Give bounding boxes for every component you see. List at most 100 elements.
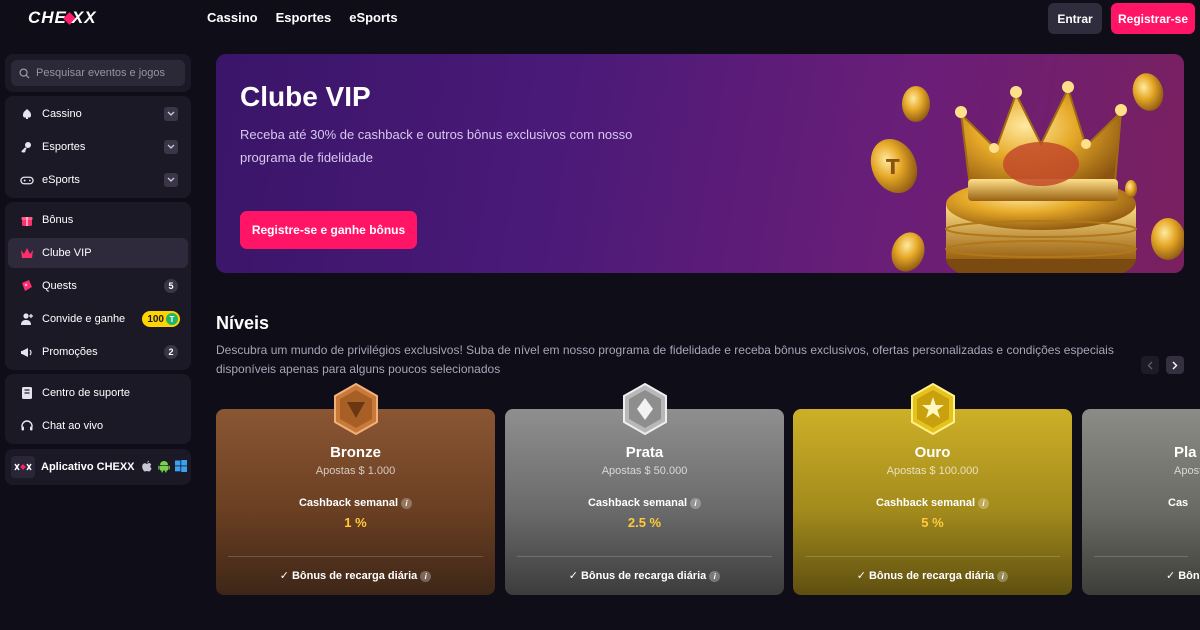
hero-description: Receba até 30% de cashback e outros bônu…	[240, 127, 633, 165]
sidebar-item-label: eSports	[42, 174, 80, 186]
card-divider	[1094, 556, 1188, 557]
check-icon: ✓	[568, 570, 578, 582]
info-icon[interactable]: i	[997, 570, 1009, 582]
info-icon[interactable]: i	[978, 497, 990, 509]
check-icon: ✓	[856, 570, 866, 582]
cashback-label: Cas	[1168, 497, 1189, 509]
search-placeholder: Pesquisar eventos e jogos	[36, 67, 166, 79]
level-bets-requirement: Apostas $ 50.000	[601, 465, 688, 477]
sidebar-item-centro-de-suporte[interactable]: Centro de suporte	[8, 378, 188, 408]
bonus-feature: ✓ Bônus de recarga diária i	[505, 569, 784, 582]
cashback-label-text: Cashback semanal	[298, 497, 399, 509]
level-card-prata[interactable]: Prata Apostas $ 50.000 Cashback semanal i…	[505, 383, 784, 595]
level-name: Bronze	[330, 444, 381, 461]
cashback-value: 2.5 %	[627, 515, 662, 530]
top-bar: CHE XX Cassino Esportes eSports Entrar R…	[0, 0, 1200, 40]
cashback-label-text: Cashback semanal	[587, 497, 688, 509]
windows-icon[interactable]	[175, 460, 187, 472]
silver-badge-icon	[623, 383, 667, 435]
search-input[interactable]: Pesquisar eventos e jogos	[11, 60, 185, 86]
cards-icon	[20, 107, 34, 121]
carousel-prev-button[interactable]	[1141, 356, 1159, 374]
vip-hero-banner: Clube VIP Receba até 30% de cashback e o…	[216, 54, 1184, 273]
level-card-ouro[interactable]: Ouro Apostas $ 100.000 Cashback semanal i…	[793, 383, 1072, 595]
tether-coin-icon: T	[166, 313, 178, 325]
sidebar-item-label: Clube VIP	[42, 247, 92, 259]
levels-title: Níveis	[216, 313, 270, 333]
level-card-next-partial[interactable]: Pla Aposta Cas ✓Bôn	[1082, 409, 1200, 595]
sidebar-item-label: Cassino	[42, 108, 82, 120]
info-icon[interactable]: i	[420, 570, 432, 582]
bonus-feature: ✓ Bônus de recarga diária i	[793, 569, 1072, 582]
chevron-down-icon[interactable]	[164, 107, 178, 121]
level-name: Pla	[1174, 444, 1197, 461]
headset-icon	[20, 419, 34, 433]
register-bonus-button[interactable]: Registre-se e ganhe bônus	[240, 211, 417, 249]
info-icon[interactable]: i	[401, 497, 413, 509]
nav-cassino[interactable]: Cassino	[207, 10, 258, 25]
top-nav: Cassino Esportes eSports	[207, 10, 398, 25]
sidebar-item-quests[interactable]: Quests 5	[8, 271, 188, 301]
chexx-logo[interactable]: CHE XX	[28, 8, 97, 28]
crown-icon	[20, 246, 34, 260]
golden-crown-illustration: T	[870, 73, 1184, 273]
search-icon	[19, 67, 30, 79]
sidebar-item-promocoes[interactable]: Promoções 2	[8, 337, 188, 367]
sidebar-item-label: Bônus	[42, 214, 74, 226]
logo-text: CHE	[28, 8, 67, 27]
sidebar-app-block[interactable]: Aplicativo CHEXX	[5, 449, 191, 485]
bronze-badge-icon	[334, 383, 378, 435]
sidebar-item-cassino[interactable]: Cassino	[8, 99, 188, 129]
login-button[interactable]: Entrar	[1048, 3, 1102, 34]
quests-count-badge: 5	[164, 279, 178, 293]
gamepad-icon	[20, 173, 34, 187]
level-bets-requirement: Apostas $ 1.000	[315, 465, 396, 477]
sidebar-item-bonus[interactable]: Bônus	[8, 205, 188, 235]
gold-badge-icon	[911, 383, 955, 435]
apple-icon[interactable]	[141, 460, 153, 473]
level-card-bronze[interactable]: Bronze Apostas $ 1.000 Cashback semanal i…	[216, 383, 495, 595]
sidebar-item-chat-ao-vivo[interactable]: Chat ao vivo	[8, 411, 188, 441]
nav-esportes[interactable]: Esportes	[276, 10, 332, 25]
cashback-value: 1 %	[344, 515, 367, 530]
chevron-down-icon[interactable]	[164, 173, 178, 187]
nav-esports[interactable]: eSports	[349, 10, 397, 25]
carousel-next-button[interactable]	[1166, 356, 1184, 374]
check-icon: ✓	[1166, 570, 1176, 582]
promotions-count-badge: 2	[164, 345, 178, 359]
sidebar-item-convide-e-ganhe[interactable]: Convide e ganhe 100 T	[8, 304, 188, 334]
bonus-feature: ✓ Bônus de recarga diária i	[216, 569, 495, 582]
hero-title: Clube VIP	[240, 81, 371, 112]
app-platform-icons	[141, 460, 187, 473]
chexx-app-logo-icon	[11, 456, 35, 478]
bonus-feature: ✓ Bôn	[1166, 569, 1200, 582]
user-plus-icon	[20, 312, 34, 326]
register-button[interactable]: Registrar-se	[1111, 3, 1195, 34]
info-icon[interactable]: i	[709, 570, 721, 582]
sidebar-item-label: Quests	[42, 280, 77, 292]
sidebar-item-esportes[interactable]: Esportes	[8, 132, 188, 162]
card-divider	[805, 556, 1060, 557]
levels-description: Descubra um mundo de privilégios exclusi…	[216, 343, 1114, 376]
app-download-row[interactable]: Aplicativo CHEXX	[11, 456, 135, 478]
chevron-down-icon[interactable]	[164, 140, 178, 154]
sidebar-help-block: Centro de suporte Chat ao vivo	[5, 374, 191, 444]
ball-icon	[20, 140, 34, 154]
chevron-right-icon	[1172, 361, 1178, 369]
check-icon: ✓	[279, 570, 289, 582]
svg-text:T: T	[886, 155, 900, 179]
sidebar-search-block: Pesquisar eventos e jogos	[5, 54, 191, 92]
megaphone-icon	[20, 345, 34, 359]
sidebar-item-esports[interactable]: eSports	[8, 165, 188, 195]
sidebar-item-clube-vip[interactable]: Clube VIP	[8, 238, 188, 268]
sidebar-item-label: Centro de suporte	[42, 387, 131, 399]
android-icon[interactable]	[158, 460, 170, 473]
sidebar-item-label: Convide e ganhe	[42, 313, 126, 325]
info-icon[interactable]: i	[690, 497, 702, 509]
card-divider	[228, 556, 483, 557]
sidebar-item-label: Chat ao vivo	[42, 420, 104, 432]
sidebar-item-label: Promoções	[42, 346, 98, 358]
cashback-label: Cashback semanal i	[216, 497, 495, 509]
level-bets-requirement: Apostas $ 100.000	[886, 465, 979, 477]
sidebar-sports-block: Cassino Esportes eSports	[5, 96, 191, 198]
